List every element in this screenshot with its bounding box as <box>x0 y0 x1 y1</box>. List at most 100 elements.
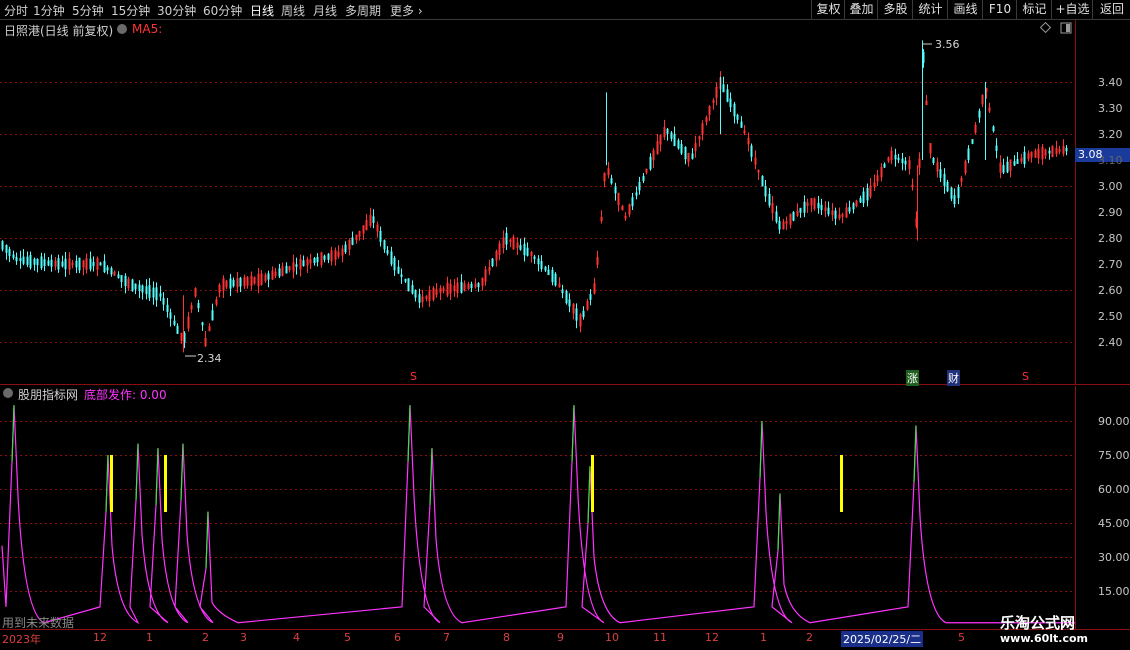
indicator-peak <box>105 454 109 512</box>
marker-s[interactable]: S <box>410 370 417 383</box>
candle-body <box>1023 151 1026 165</box>
candle-body <box>663 127 666 138</box>
candle-body <box>169 312 172 319</box>
x-label: 12 <box>93 631 107 644</box>
candle-body <box>421 296 424 303</box>
candle-body <box>82 260 85 268</box>
candle-body <box>323 255 326 260</box>
candle-body <box>701 123 704 135</box>
indicator-line <box>1 405 1075 624</box>
candle-body <box>715 86 718 98</box>
candle-body <box>544 266 547 271</box>
x-label: 4 <box>293 631 300 644</box>
candle-body <box>369 214 372 226</box>
candle-body <box>19 258 22 262</box>
candle-body <box>785 221 788 224</box>
candle-body <box>85 258 88 270</box>
indicator-peak <box>155 448 159 505</box>
bottom-signal-bar <box>164 455 167 512</box>
candle-body <box>554 273 557 286</box>
candle-body <box>1048 150 1051 154</box>
candle-body <box>372 216 375 223</box>
marker-cai[interactable]: 财 <box>947 370 960 386</box>
candle-body <box>782 221 785 230</box>
candle-body <box>337 251 340 257</box>
candle-body <box>880 166 883 178</box>
candle-body <box>883 163 886 168</box>
candle-body <box>281 266 284 276</box>
candle-body <box>722 84 725 93</box>
price-tick: 2.60 <box>1098 284 1123 297</box>
candle-body <box>453 285 456 292</box>
candle-body <box>411 285 414 294</box>
indicator-peak <box>135 443 139 501</box>
candle-body <box>957 186 960 199</box>
candle-body <box>904 160 907 165</box>
candle-body <box>407 278 410 292</box>
candle-body <box>435 289 438 295</box>
candle-body <box>1051 146 1054 158</box>
marker-zhang[interactable]: 涨 <box>906 370 919 386</box>
candle-body <box>432 287 435 300</box>
candle-body <box>747 137 750 145</box>
candle-body <box>558 283 561 288</box>
candle-body <box>218 284 221 293</box>
candle-body <box>799 207 802 213</box>
chart-canvas <box>0 21 1130 630</box>
candle-body <box>141 285 144 293</box>
indicator-name: 股朋指标网 <box>18 388 79 402</box>
candle-body <box>278 268 281 277</box>
candle-body <box>526 247 529 256</box>
candle-body <box>684 146 687 160</box>
candle-body <box>649 156 652 170</box>
candle-body <box>267 273 270 280</box>
candle-body <box>309 259 312 264</box>
candle-body <box>992 126 995 132</box>
candle-body <box>1058 149 1061 152</box>
candle-body <box>873 182 876 188</box>
candle-body <box>1055 147 1058 155</box>
marker-s[interactable]: S <box>1022 370 1029 383</box>
candle-body <box>274 271 277 276</box>
candle-body <box>131 279 134 292</box>
candle-body <box>603 173 606 182</box>
candle-body <box>960 177 963 182</box>
stock-title: 日照港(日线 前复权) <box>4 24 114 38</box>
candle-body <box>764 185 767 197</box>
x-label: 8 <box>503 631 510 644</box>
candle-body <box>257 273 260 287</box>
candle-body <box>656 141 659 154</box>
candle-body <box>173 320 176 325</box>
candle-body <box>470 283 473 289</box>
candle-body <box>194 287 197 297</box>
candle-body <box>824 207 827 212</box>
candle-body <box>400 274 403 278</box>
bottom-signal-bar <box>110 455 113 512</box>
candle-body <box>743 130 746 134</box>
candle-body <box>50 259 53 267</box>
x-label: 6 <box>394 631 401 644</box>
candle-body <box>460 281 463 293</box>
candlestick-series <box>1 40 1068 353</box>
ma-dropdown-icon <box>117 24 127 34</box>
candle-body <box>530 251 533 257</box>
candle-body <box>120 275 123 283</box>
candle-body <box>988 107 991 112</box>
candle-body <box>929 143 932 154</box>
candle-body <box>659 135 662 145</box>
candle-body <box>71 262 74 266</box>
candle-body <box>159 293 162 297</box>
candle-body <box>771 203 774 214</box>
candle-body <box>176 325 179 334</box>
candle-body <box>456 282 459 293</box>
candle-body <box>572 303 575 314</box>
indicator-peak <box>11 405 15 462</box>
candle-body <box>127 278 130 289</box>
candle-body <box>145 286 148 295</box>
candle-body <box>971 139 974 144</box>
candle-body <box>855 200 858 207</box>
indicator-peak <box>180 443 184 501</box>
x-label: 11 <box>653 631 667 644</box>
candle-body <box>806 202 809 207</box>
low-price-label: 2.34 <box>197 352 222 365</box>
